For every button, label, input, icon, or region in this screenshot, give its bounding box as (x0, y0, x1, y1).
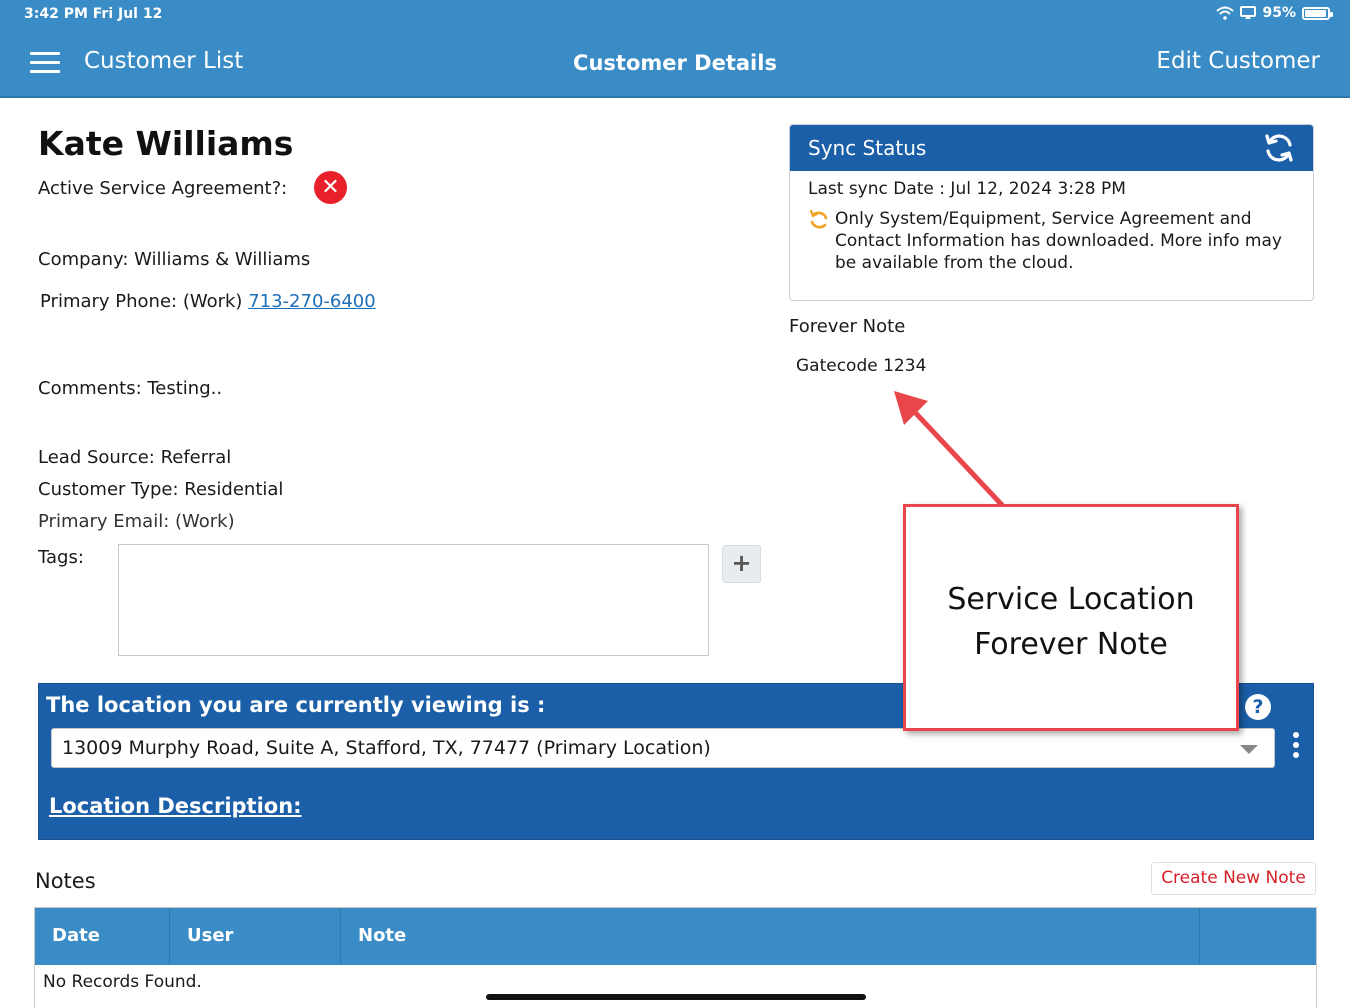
forever-note-label: Forever Note (789, 316, 906, 337)
wifi-icon (1216, 6, 1235, 20)
annotation-line-1: Service Location (947, 582, 1195, 617)
notes-table-header: Date User Note (35, 908, 1316, 965)
customer-type-field: Customer Type: Residential (38, 479, 284, 500)
battery-icon (1302, 6, 1333, 20)
company-field: Company: Williams & Williams (38, 249, 311, 270)
customer-list-button[interactable]: Customer List (84, 48, 243, 74)
column-header-note[interactable]: Note (341, 908, 1200, 965)
customer-name: Kate Williams (38, 124, 294, 163)
sync-status-card: Sync Status Last sync Date : Jul 12, 202… (789, 124, 1314, 301)
phone-link[interactable]: 713-270-6400 (248, 291, 376, 312)
top-bar: 3:42 PM Fri Jul 12 95% Customer List Cus… (0, 0, 1350, 98)
home-indicator[interactable] (486, 994, 866, 1000)
status-indicators: 95% (1216, 5, 1333, 21)
status-time: 3:42 PM Fri Jul 12 (24, 6, 163, 22)
no-records-message: No Records Found. (43, 972, 202, 992)
phone-label: Primary Phone: (Work) (40, 291, 243, 312)
partial-sync-icon (809, 209, 828, 229)
close-circle-icon: ✕ (314, 171, 347, 204)
annotation-line-2: Forever Note (974, 627, 1168, 662)
chevron-down-icon (1240, 745, 1258, 754)
sync-status-header: Sync Status (790, 125, 1313, 171)
tags-label: Tags: (38, 547, 84, 568)
edit-customer-button[interactable]: Edit Customer (1156, 48, 1320, 74)
phone-field: Primary Phone: (Work) 713-270-6400 (40, 291, 376, 312)
notes-table: Date User Note No Records Found. (34, 907, 1317, 1008)
annotation-arrow (894, 391, 1005, 508)
add-tag-button[interactable]: + (722, 545, 761, 583)
email-field: Primary Email: (Work) (38, 511, 235, 532)
help-icon[interactable]: ? (1245, 694, 1271, 720)
column-header-date[interactable]: Date (35, 908, 170, 965)
agreement-label: Active Service Agreement?: (38, 178, 288, 199)
refresh-icon[interactable] (1263, 133, 1295, 163)
sync-status-title: Sync Status (808, 136, 927, 160)
tags-input[interactable] (118, 544, 709, 656)
location-select[interactable]: 13009 Murphy Road, Suite A, Stafford, TX… (51, 728, 1275, 768)
more-vertical-icon[interactable] (1291, 732, 1301, 762)
battery-percent: 95% (1262, 5, 1296, 21)
create-new-note-button[interactable]: Create New Note (1151, 862, 1316, 895)
forever-note-text: Gatecode 1234 (796, 356, 927, 376)
column-header-user[interactable]: User (170, 908, 341, 965)
lead-source-field: Lead Source: Referral (38, 447, 232, 468)
last-sync-date: Last sync Date : Jul 12, 2024 3:28 PM (808, 179, 1126, 199)
location-selected-value: 13009 Murphy Road, Suite A, Stafford, TX… (62, 737, 711, 759)
sync-message: Only System/Equipment, Service Agreement… (835, 209, 1282, 273)
annotation-callout: Service Location Forever Note (903, 504, 1239, 731)
location-heading: The location you are currently viewing i… (46, 693, 546, 717)
screen-mirror-icon (1240, 6, 1257, 19)
notes-title: Notes (35, 869, 96, 893)
hamburger-menu-icon[interactable] (30, 52, 60, 74)
location-description-link[interactable]: Location Description: (49, 794, 302, 818)
comments-field: Comments: Testing.. (38, 378, 223, 399)
